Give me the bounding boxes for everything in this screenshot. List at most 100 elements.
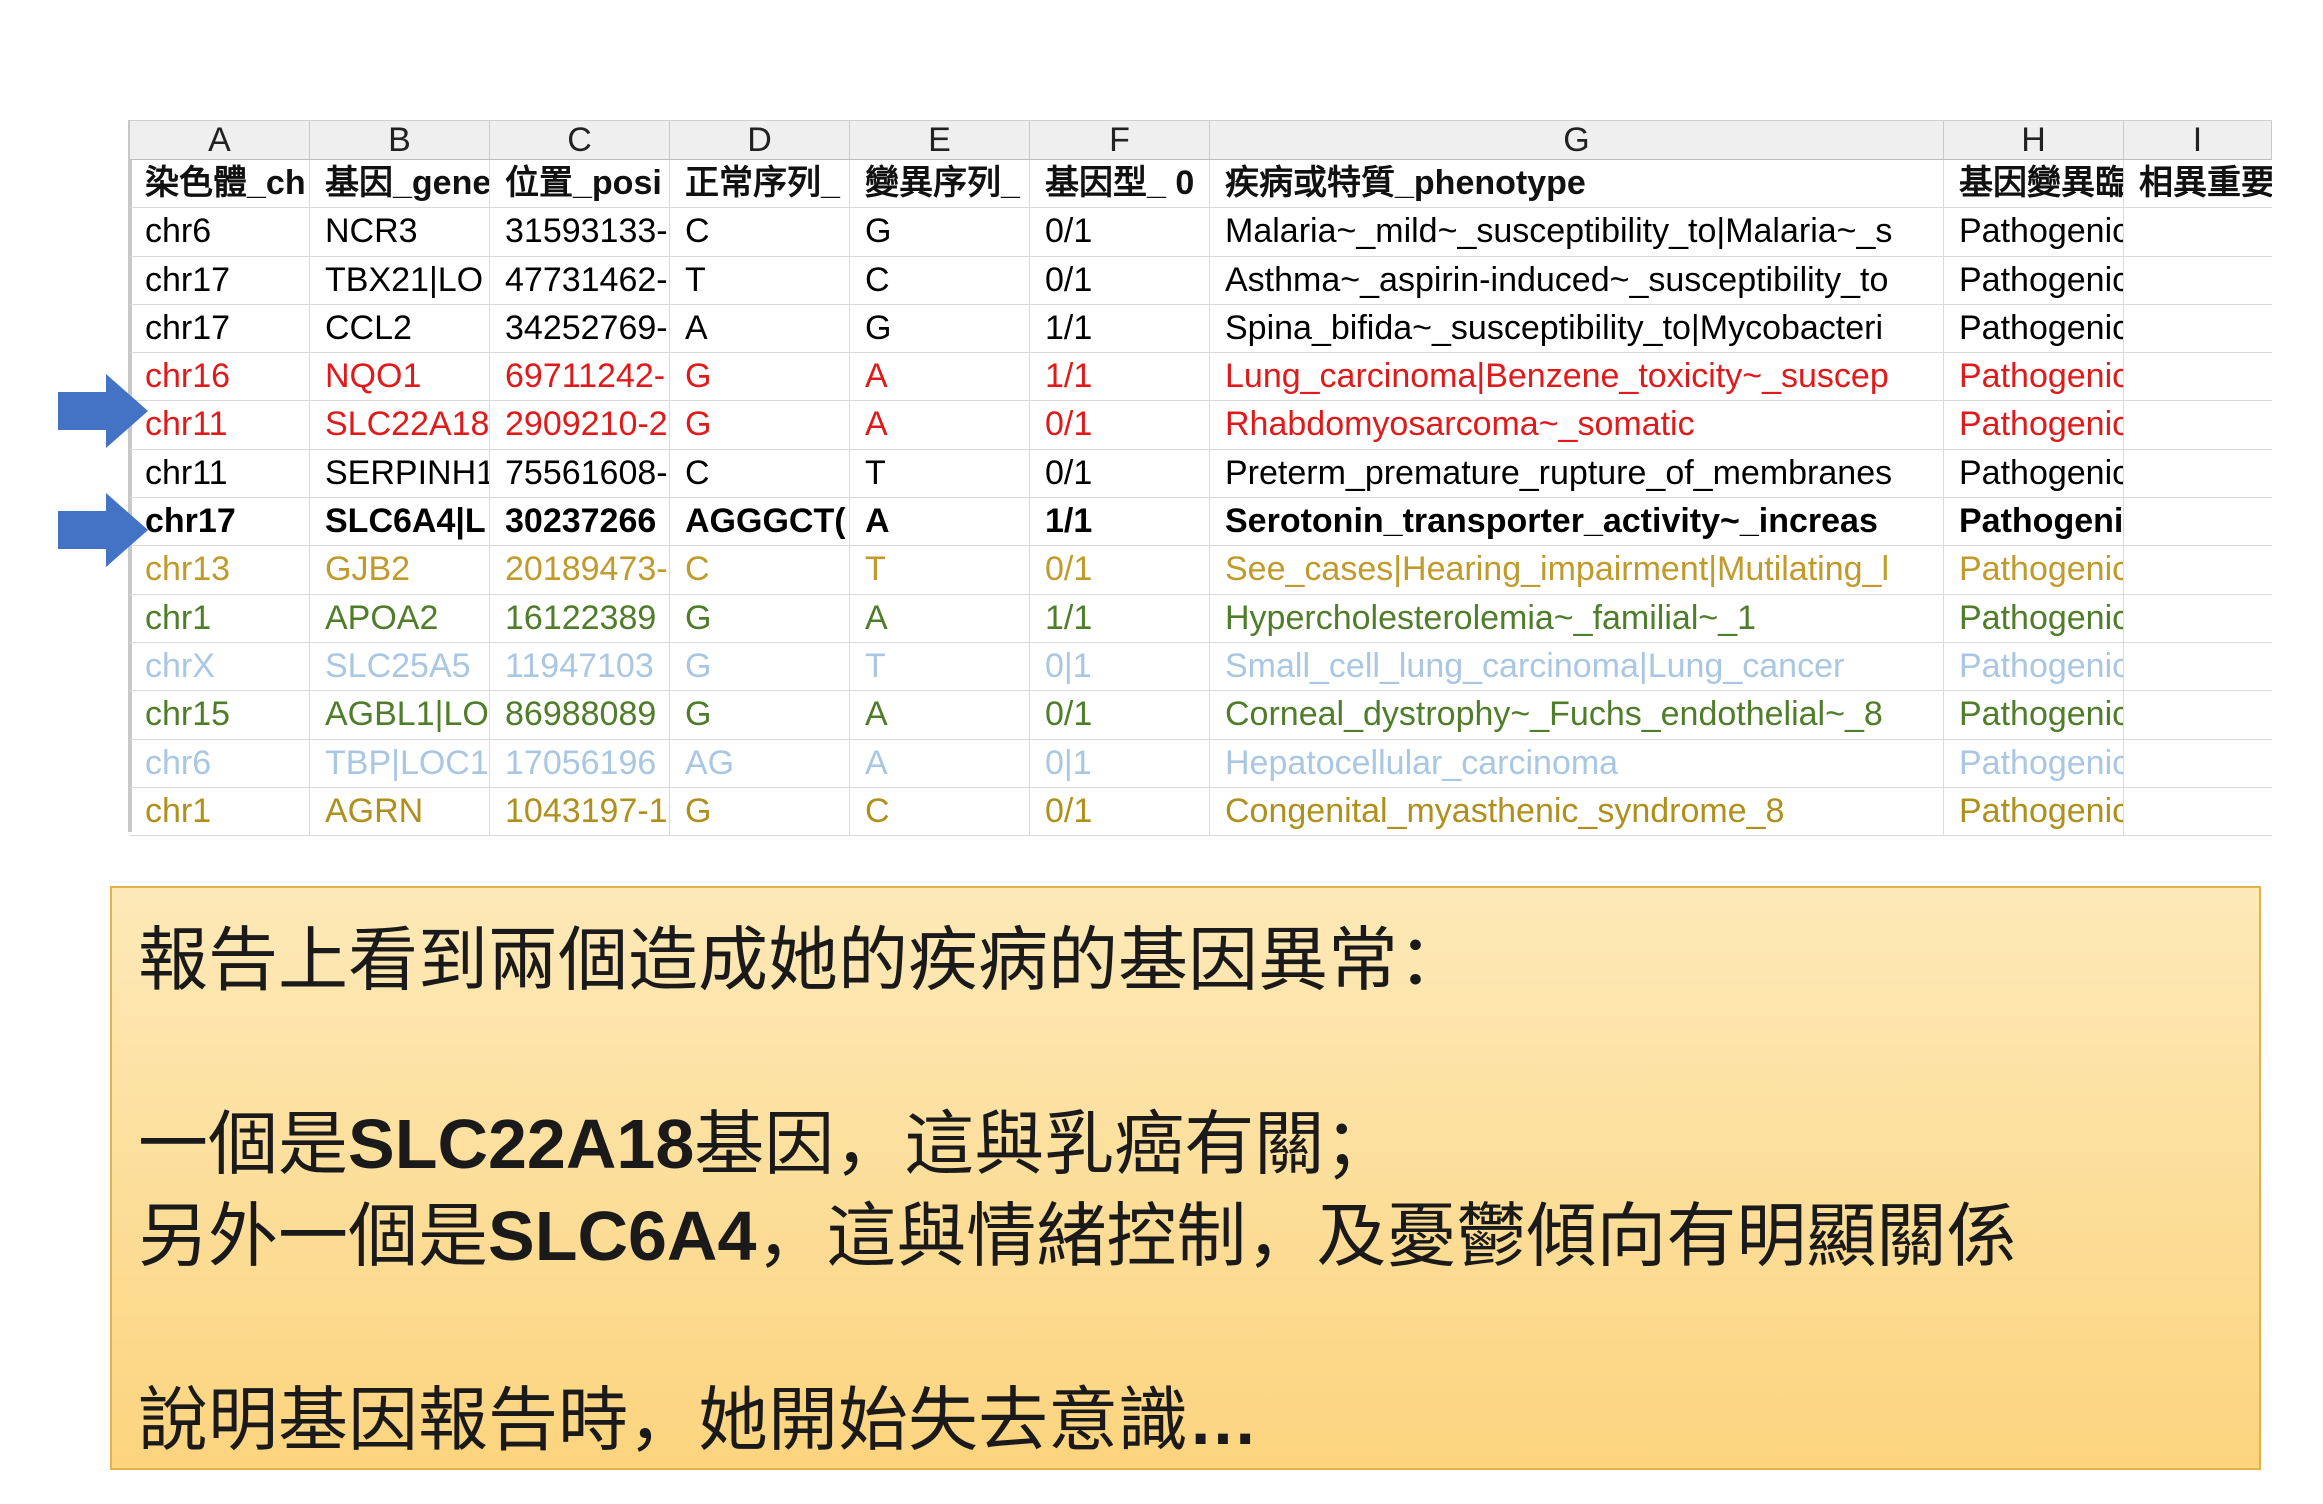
header-cell-significance[interactable]: 基因變異臨 — [1944, 160, 2124, 208]
cell-importance[interactable] — [2124, 305, 2272, 352]
cell-alt[interactable]: A — [850, 691, 1030, 739]
cell-genotype[interactable]: 0|1 — [1030, 739, 1210, 787]
cell-alt[interactable]: C — [850, 787, 1030, 836]
cell-ref[interactable]: G — [670, 353, 850, 401]
cell-phenotype[interactable]: Congenital_myasthenic_syndrome_8 — [1210, 787, 1944, 836]
cell-genotype[interactable]: 0/1 — [1030, 691, 1210, 739]
cell-gene[interactable]: CCL2 — [310, 304, 490, 353]
cell-importance[interactable] — [2124, 208, 2272, 255]
cell-chromosome[interactable]: chr1 — [130, 787, 310, 836]
cell-position[interactable]: 2909210-2 — [490, 401, 670, 449]
cell-genotype[interactable]: 0/1 — [1030, 208, 1210, 256]
column-letter-i[interactable]: I — [2124, 121, 2272, 159]
cell-ref[interactable]: AG — [670, 739, 850, 787]
column-letter-c[interactable]: C — [490, 121, 670, 159]
cell-alt[interactable]: G — [850, 304, 1030, 353]
cell-gene[interactable]: APOA2 — [310, 594, 490, 642]
cell-phenotype[interactable]: Malaria~_mild~_susceptibility_to|Malaria… — [1210, 208, 1944, 256]
cell-ref[interactable]: G — [670, 401, 850, 449]
cell-alt[interactable]: A — [850, 594, 1030, 642]
cell-chromosome[interactable]: chrX — [130, 642, 310, 691]
column-letter-e[interactable]: E — [850, 121, 1030, 159]
cell-chromosome[interactable]: chr1 — [130, 594, 310, 642]
cell-alt[interactable]: T — [850, 449, 1030, 498]
cell-genotype[interactable]: 1/1 — [1030, 498, 1210, 546]
cell-position[interactable]: 11947103 — [490, 642, 670, 691]
cell-significance[interactable]: Pathogenic — [1944, 594, 2124, 642]
cell-phenotype[interactable]: Spina_bifida~_susceptibility_to|Mycobact… — [1210, 304, 1944, 353]
cell-gene[interactable]: SLC22A18 — [310, 401, 490, 449]
cell-position[interactable]: 75561608- — [490, 449, 670, 498]
cell-chromosome[interactable]: chr13 — [130, 546, 310, 594]
cell-position[interactable]: 20189473- — [490, 546, 670, 594]
header-cell-phenotype[interactable]: 疾病或特質_phenotype — [1210, 160, 1944, 208]
header-cell-genotype[interactable]: 基因型_ 0 — [1030, 160, 1210, 208]
cell-genotype[interactable]: 0/1 — [1030, 256, 1210, 304]
cell-importance[interactable] — [2124, 498, 2272, 545]
cell-genotype[interactable]: 0/1 — [1030, 401, 1210, 449]
cell-position[interactable]: 31593133- — [490, 208, 670, 256]
cell-significance[interactable]: Pathogenic — [1944, 498, 2124, 546]
column-letter-h[interactable]: H — [1944, 121, 2124, 159]
cell-gene[interactable]: NCR3 — [310, 208, 490, 256]
cell-gene[interactable]: SERPINH1 — [310, 449, 490, 498]
cell-significance[interactable]: Pathogenic|risk_fac — [1944, 208, 2124, 256]
cell-position[interactable]: 16122389 — [490, 594, 670, 642]
cell-genotype[interactable]: 0/1 — [1030, 546, 1210, 594]
cell-chromosome[interactable]: chr11 — [130, 401, 310, 449]
header-cell-chromosome[interactable]: 染色體_ch — [130, 160, 310, 208]
cell-significance[interactable]: Pathogenic — [1944, 739, 2124, 787]
cell-alt[interactable]: A — [850, 353, 1030, 401]
cell-significance[interactable]: Pathogenic|risk_fac — [1944, 353, 2124, 401]
cell-importance[interactable] — [2124, 450, 2272, 497]
cell-significance[interactable]: Pathogenic|risk_fac — [1944, 256, 2124, 304]
cell-importance[interactable] — [2124, 546, 2272, 593]
cell-phenotype[interactable]: Asthma~_aspirin-induced~_susceptibility_… — [1210, 256, 1944, 304]
cell-gene[interactable]: SLC6A4|L — [310, 498, 490, 546]
cell-chromosome[interactable]: chr6 — [130, 208, 310, 256]
cell-chromosome[interactable]: chr6 — [130, 739, 310, 787]
header-cell-position[interactable]: 位置_posi — [490, 160, 670, 208]
cell-gene[interactable]: GJB2 — [310, 546, 490, 594]
cell-gene[interactable]: NQO1 — [310, 353, 490, 401]
cell-significance[interactable]: Pathogenic — [1944, 642, 2124, 691]
cell-alt[interactable]: T — [850, 546, 1030, 594]
cell-significance[interactable]: Pathogenic|risk_fac — [1944, 304, 2124, 353]
cell-position[interactable]: 30237266 — [490, 498, 670, 546]
cell-significance[interactable]: Pathogenic — [1944, 546, 2124, 594]
cell-phenotype[interactable]: Lung_carcinoma|Benzene_toxicity~_suscep — [1210, 353, 1944, 401]
cell-alt[interactable]: A — [850, 739, 1030, 787]
cell-alt[interactable]: A — [850, 401, 1030, 449]
cell-position[interactable]: 1043197-1 — [490, 787, 670, 836]
cell-genotype[interactable]: 0/1 — [1030, 787, 1210, 836]
cell-phenotype[interactable]: Rhabdomyosarcoma~_somatic — [1210, 401, 1944, 449]
cell-alt[interactable]: A — [850, 498, 1030, 546]
cell-ref[interactable]: C — [670, 449, 850, 498]
cell-chromosome[interactable]: chr16 — [130, 353, 310, 401]
cell-phenotype[interactable]: See_cases|Hearing_impairment|Mutilating_… — [1210, 546, 1944, 594]
cell-alt[interactable]: T — [850, 642, 1030, 691]
column-letter-g[interactable]: G — [1210, 121, 1944, 159]
cell-chromosome[interactable]: chr17 — [130, 498, 310, 546]
cell-ref[interactable]: G — [670, 642, 850, 691]
cell-importance[interactable] — [2124, 691, 2272, 738]
cell-gene[interactable]: TBP|LOC1 — [310, 739, 490, 787]
cell-chromosome[interactable]: chr17 — [130, 304, 310, 353]
cell-phenotype[interactable]: Corneal_dystrophy~_Fuchs_endothelial~_8 — [1210, 691, 1944, 739]
cell-significance[interactable]: Pathogenic — [1944, 691, 2124, 739]
cell-phenotype[interactable]: Hypercholesterolemia~_familial~_1 — [1210, 594, 1944, 642]
cell-importance[interactable] — [2124, 401, 2272, 448]
cell-genotype[interactable]: 0|1 — [1030, 642, 1210, 691]
cell-chromosome[interactable]: chr15 — [130, 691, 310, 739]
cell-genotype[interactable]: 0/1 — [1030, 449, 1210, 498]
cell-alt[interactable]: G — [850, 208, 1030, 256]
cell-genotype[interactable]: 1/1 — [1030, 304, 1210, 353]
header-cell-alt[interactable]: 變異序列_ — [850, 160, 1030, 208]
cell-significance[interactable]: Pathogenic — [1944, 401, 2124, 449]
cell-importance[interactable] — [2124, 595, 2272, 642]
cell-phenotype[interactable]: Hepatocellular_carcinoma — [1210, 739, 1944, 787]
cell-significance[interactable]: Pathogenic — [1944, 787, 2124, 836]
cell-gene[interactable]: TBX21|LO — [310, 256, 490, 304]
cell-gene[interactable]: SLC25A5 — [310, 642, 490, 691]
header-cell-ref[interactable]: 正常序列_ — [670, 160, 850, 208]
